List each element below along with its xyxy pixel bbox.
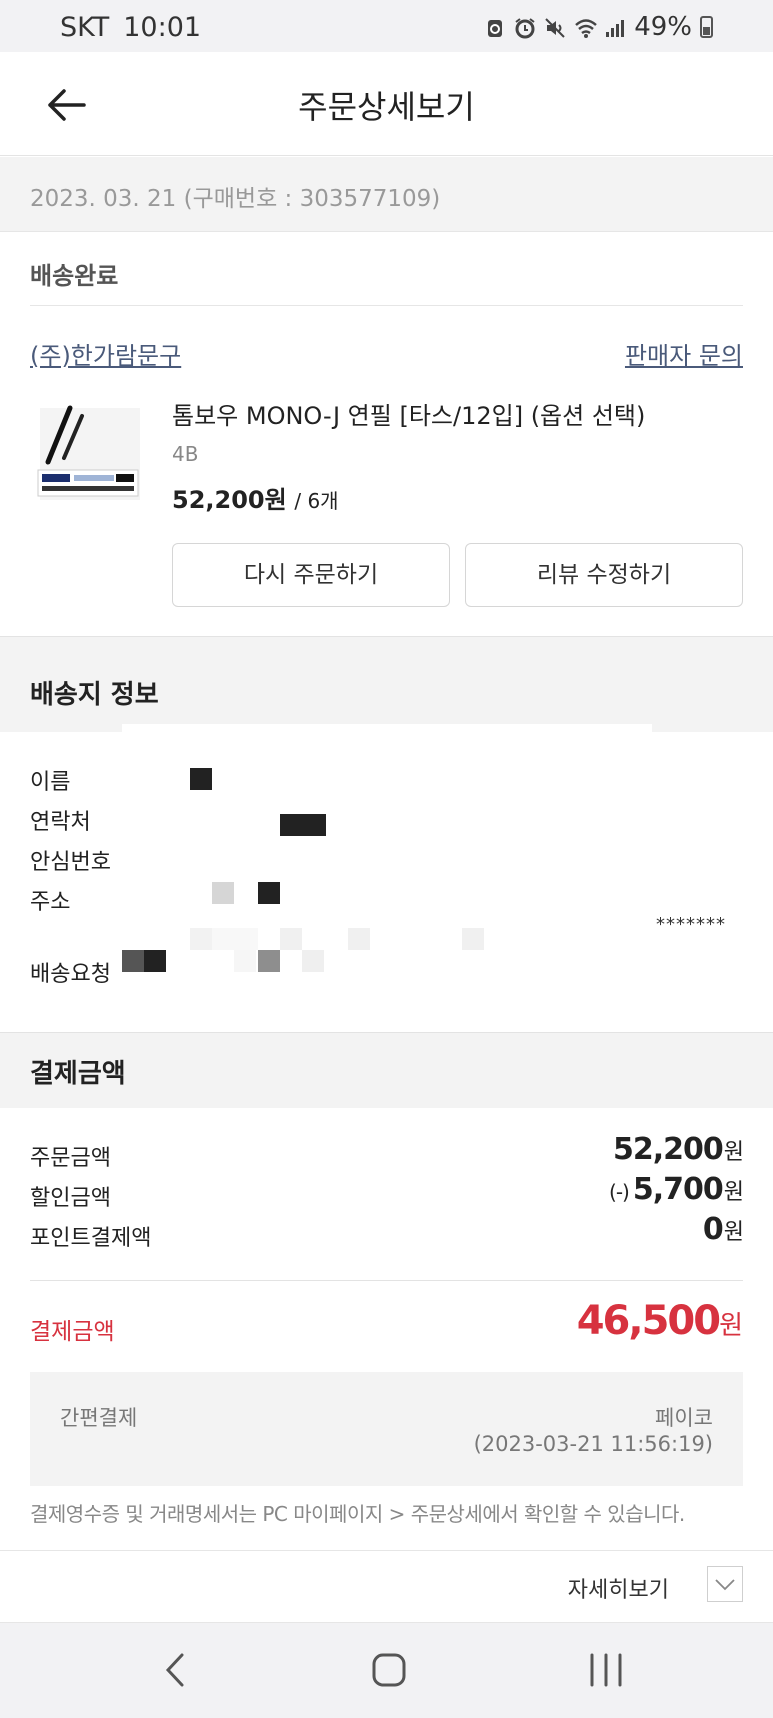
shipping-request-label: 배송요청 (30, 962, 111, 987)
order-date: 2023. 03. 21 (구매번호 : 303577109) (30, 186, 441, 212)
battery-percent: 49% (634, 12, 692, 42)
system-nav-bar (0, 1622, 773, 1718)
discount-amount-unit: 원 (723, 1180, 744, 1205)
product-quantity: / 6개 (294, 489, 339, 513)
product-price: 52,200원 (172, 486, 287, 514)
details-toggle-label[interactable]: 자세히보기 (568, 1572, 669, 1604)
battery-icon (700, 16, 713, 38)
receipt-notice: 결제영수증 및 거래명세서는 PC 마이페이지 > 주문상세에서 확인할 수 있… (30, 1502, 685, 1526)
status-right: 49% (484, 12, 713, 42)
details-toggle-button[interactable] (707, 1566, 743, 1602)
order-amount: 52,200 (612, 1132, 724, 1167)
chevron-left-icon (165, 1653, 184, 1687)
alarm-icon (514, 16, 536, 39)
point-payment-label: 포인트결제액 (30, 1226, 152, 1251)
nav-recent-apps-button[interactable] (576, 1647, 636, 1693)
product-thumbnail[interactable] (30, 398, 140, 508)
chevron-down-icon (715, 1579, 735, 1591)
point-payment-amount: 0 (702, 1212, 724, 1247)
payment-divider (30, 1280, 743, 1281)
sync-icon (484, 16, 506, 38)
redaction-block (258, 882, 280, 904)
clock: 10:01 (123, 12, 202, 43)
redaction-block (258, 950, 280, 972)
redaction-block (462, 928, 484, 950)
payment-method-box: 간편결제 페이코 (2023-03-21 11:56:19) (30, 1372, 743, 1486)
order-date-bar: 2023. 03. 21 (구매번호 : 303577109) (0, 157, 773, 232)
nav-home-button[interactable] (358, 1647, 418, 1693)
payment-timestamp: (2023-03-21 11:56:19) (473, 1432, 713, 1456)
status-bar: SKT 10:01 49% (0, 0, 773, 52)
nav-back-button[interactable] (146, 1647, 206, 1693)
order-amount-unit: 원 (723, 1140, 744, 1165)
total-payment-amount: 46,500 (576, 1298, 721, 1344)
redaction-block (212, 882, 234, 904)
signal-icon (604, 16, 626, 38)
mute-icon (544, 16, 566, 38)
section-divider (0, 636, 773, 654)
redaction-block (280, 814, 326, 836)
discount-amount: 5,700 (632, 1172, 724, 1207)
page-header: 주문상세보기 (0, 52, 773, 156)
edit-review-button[interactable]: 리뷰 수정하기 (465, 543, 743, 607)
shipping-section-header: 배송지 정보 (0, 654, 773, 732)
redaction-block (302, 950, 324, 972)
delivery-status-section: 배송완료 (30, 232, 743, 306)
details-divider (0, 1550, 773, 1551)
order-amount-label: 주문금액 (30, 1146, 111, 1171)
redaction-block (190, 928, 212, 950)
total-payment-label: 결제금액 (30, 1319, 115, 1345)
discount-amount-label: 할인금액 (30, 1186, 111, 1211)
product-option: 4B (172, 442, 199, 466)
redaction-block (234, 950, 256, 972)
shipping-name-label: 이름 (30, 770, 71, 795)
recent-apps-icon (590, 1653, 622, 1687)
home-icon (372, 1653, 406, 1687)
total-payment-unit: 원 (719, 1311, 743, 1341)
point-payment-unit: 원 (723, 1220, 744, 1245)
total-payment-value: 46,500원 (577, 1298, 743, 1344)
seller-inquiry-link[interactable]: 판매자 문의 (625, 336, 743, 371)
payment-method-label: 간편결제 (60, 1406, 138, 1430)
wifi-icon (574, 16, 598, 38)
redaction-block (212, 928, 258, 950)
reorder-button[interactable]: 다시 주문하기 (172, 543, 450, 607)
redaction-block (190, 768, 212, 790)
status-left: SKT 10:01 (60, 12, 201, 43)
delivery-status: 배송완료 (30, 262, 119, 290)
discount-amount-value: (-) 5,700원 (609, 1172, 744, 1207)
shipping-safe-number-label: 안심번호 (30, 850, 111, 875)
carrier-label: SKT (60, 12, 110, 43)
masked-text: ******* (656, 914, 726, 935)
discount-prefix: (-) (609, 1180, 630, 1204)
order-amount-value: 52,200원 (612, 1132, 744, 1167)
redaction-block (144, 950, 166, 972)
redacted-personal-info (122, 724, 652, 1018)
payment-section-header: 결제금액 (0, 1032, 773, 1108)
redaction-block (280, 928, 302, 950)
product-price-line: 52,200원 / 6개 (172, 480, 339, 515)
shipping-address-label: 주소 (30, 890, 71, 915)
redaction-block (348, 928, 370, 950)
payment-section-title: 결제금액 (30, 1059, 126, 1089)
page-title: 주문상세보기 (298, 88, 475, 126)
redaction-block (122, 950, 144, 972)
point-payment-value: 0원 (702, 1212, 744, 1247)
shipping-contact-label: 연락처 (30, 810, 91, 835)
seller-link[interactable]: (주)한가람문구 (30, 336, 181, 371)
payment-method-name: 페이코 (655, 1406, 713, 1430)
product-name[interactable]: 톰보우 MONO-J 연필 [타스/12입] (옵션 선택) (172, 396, 645, 431)
shipping-section-title: 배송지 정보 (30, 680, 159, 710)
